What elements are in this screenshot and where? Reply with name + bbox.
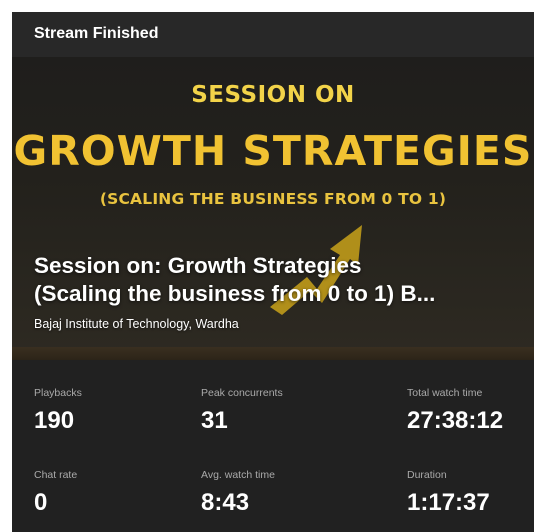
stat-playbacks: Playbacks 190 bbox=[34, 387, 82, 435]
card-header: Stream Finished bbox=[12, 12, 534, 57]
stat-duration: Duration 1:17:37 bbox=[407, 469, 490, 517]
stream-summary-card: Stream Finished SESSION ON GROWTH STRATE… bbox=[12, 12, 534, 532]
banner-bottom-strip bbox=[12, 347, 534, 360]
stat-label: Avg. watch time bbox=[201, 469, 275, 481]
stream-thumbnail[interactable]: SESSION ON GROWTH STRATEGIES (SCALING TH… bbox=[12, 57, 534, 360]
poster-title: GROWTH STRATEGIES bbox=[13, 127, 533, 175]
stat-total-watch-time: Total watch time 27:38:12 bbox=[407, 387, 503, 435]
stream-title[interactable]: Session on: Growth Strategies (Scaling t… bbox=[34, 252, 524, 308]
stat-label: Peak concurrents bbox=[201, 387, 283, 399]
stream-title-line2: (Scaling the business from 0 to 1) B... bbox=[34, 281, 436, 306]
stat-label: Duration bbox=[407, 469, 447, 481]
poster-heading: SESSION ON bbox=[191, 82, 355, 108]
stat-chat-rate: Chat rate 0 bbox=[34, 469, 77, 517]
channel-name[interactable]: Bajaj Institute of Technology, Wardha bbox=[34, 317, 239, 331]
stat-avg-watch-time: Avg. watch time 8:43 bbox=[201, 469, 275, 517]
stream-title-line1: Session on: Growth Strategies bbox=[34, 253, 362, 278]
stat-value: 0 bbox=[34, 489, 48, 516]
stat-value: 8:43 bbox=[201, 489, 250, 516]
poster-subtitle: (SCALING THE BUSINESS FROM 0 TO 1) bbox=[99, 190, 447, 208]
stat-label: Chat rate bbox=[34, 469, 78, 481]
stat-value: 1:17:37 bbox=[407, 489, 490, 516]
stat-peak-concurrents: Peak concurrents 31 bbox=[201, 387, 283, 435]
stat-value: 190 bbox=[34, 407, 75, 434]
stat-label: Playbacks bbox=[34, 387, 82, 399]
stat-label: Total watch time bbox=[407, 387, 483, 399]
stat-value: 27:38:12 bbox=[407, 407, 504, 434]
stat-value: 31 bbox=[201, 407, 228, 434]
card-title: Stream Finished bbox=[34, 25, 159, 42]
